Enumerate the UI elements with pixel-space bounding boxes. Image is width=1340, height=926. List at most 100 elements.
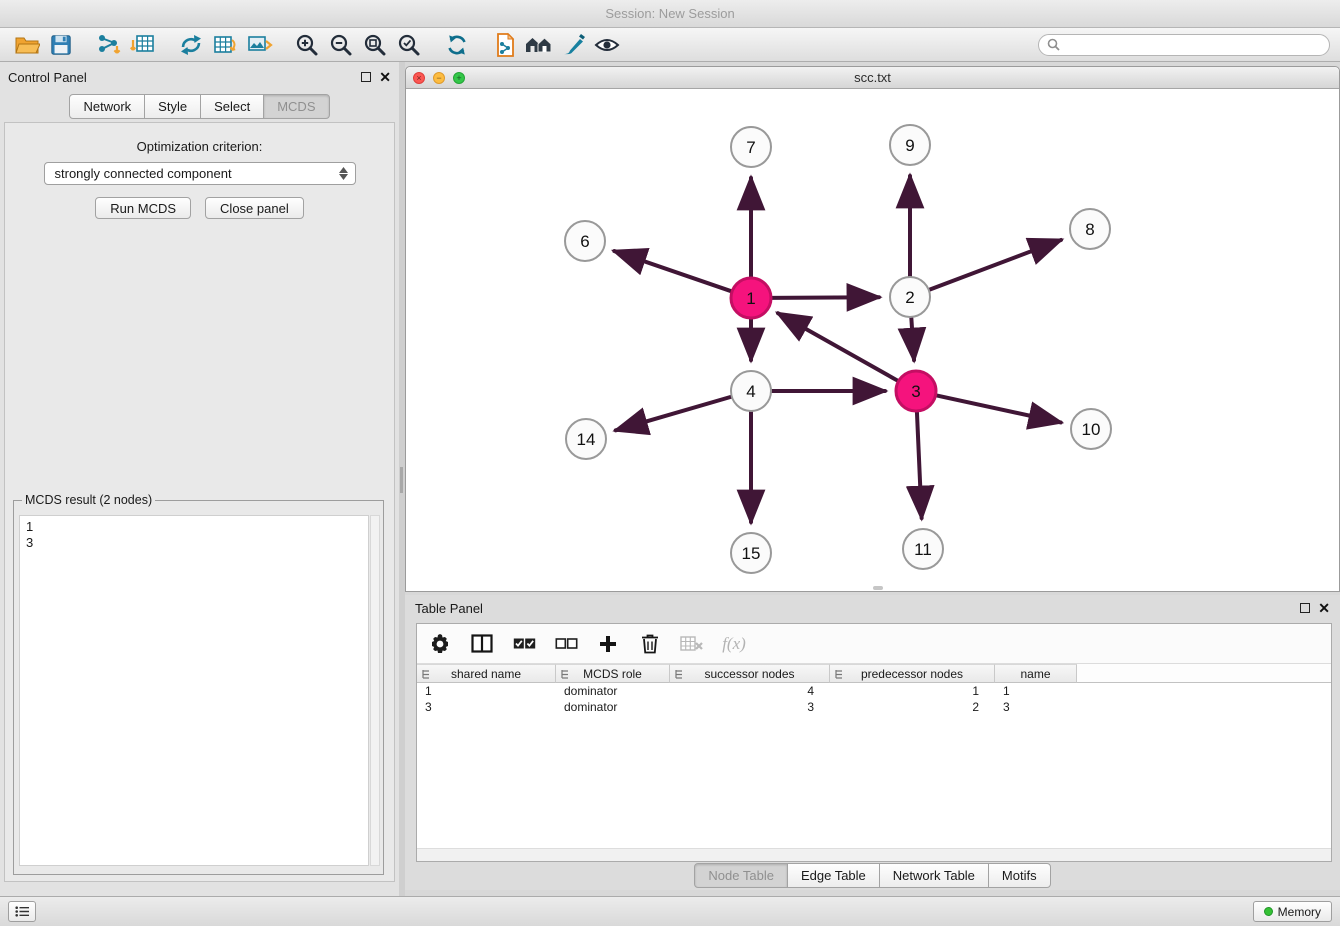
memory-button[interactable]: Memory [1253,901,1332,922]
column-header-name[interactable]: name [995,664,1077,683]
table-cell[interactable]: 3 [670,699,830,715]
network-document-button[interactable] [488,31,522,59]
table-cell[interactable]: 3 [417,699,556,715]
mcds-result-list[interactable]: 1 3 [19,515,369,866]
import-network-icon [96,32,122,58]
table-cell[interactable]: 3 [995,699,1077,715]
search-icon [1047,38,1060,51]
eye-icon [594,33,620,57]
table-row[interactable]: 1dominator411 [417,683,1331,699]
tab-select[interactable]: Select [200,94,264,119]
tab-network-table[interactable]: Network Table [879,863,989,888]
tab-edge-table[interactable]: Edge Table [787,863,880,888]
float-table-panel-icon[interactable] [1300,603,1310,613]
run-mcds-button[interactable]: Run MCDS [95,197,191,219]
function-builder-button[interactable]: f(x) [721,631,747,657]
network-canvas[interactable]: 7968124314101511 [406,89,1339,591]
table-header-row: shared name MCDS role successor nodes pr… [417,664,1331,683]
export-image-icon [246,32,273,58]
zoom-fit-button[interactable] [358,31,392,59]
delete-column-button[interactable] [637,631,663,657]
close-panel-button[interactable]: Close panel [205,197,304,219]
column-type-icon [560,669,570,679]
control-panel-header: Control Panel ✕ [0,62,399,92]
unselect-all-columns-button[interactable] [553,631,579,657]
status-menu-button[interactable] [8,901,36,922]
result-line: 1 [26,519,362,535]
open-session-button[interactable] [10,31,44,59]
select-all-columns-button[interactable] [511,631,537,657]
refresh-layout-button[interactable] [440,31,474,59]
open-folder-icon [14,33,40,57]
export-image-button[interactable] [242,31,276,59]
column-header-mcds-role[interactable]: MCDS role [556,664,670,683]
zoom-selected-button[interactable] [392,31,426,59]
table-tabs: Node Table Edge Table Network Table Moti… [405,863,1340,888]
close-panel-icon[interactable]: ✕ [379,72,391,82]
network-arrows-icon [178,32,204,58]
save-session-button[interactable] [44,31,78,59]
column-type-icon [834,669,844,679]
graph-edge-1-6[interactable] [614,251,731,291]
table-horizontal-scrollbar[interactable] [417,848,1331,861]
graph-node-label: 9 [905,136,914,155]
column-header-shared-name[interactable]: shared name [417,664,556,683]
table-cell[interactable]: 2 [830,699,995,715]
delete-table-button[interactable] [679,631,705,657]
trash-icon [641,633,659,654]
annotations-button[interactable] [556,31,590,59]
node-table-container: f(x) shared name MCDS role successor nod… [416,623,1332,862]
table-cell[interactable]: 1 [417,683,556,699]
optimization-criterion-dropdown[interactable]: strongly connected component [44,162,356,185]
search-box[interactable] [1038,34,1330,56]
column-header-successor-nodes[interactable]: successor nodes [670,664,830,683]
import-table-button[interactable] [126,31,160,59]
float-panel-icon[interactable] [361,72,371,82]
import-network-button[interactable] [92,31,126,59]
toolbar-separator [276,31,290,59]
graph-edge-3-10[interactable] [937,395,1061,422]
graph-edge-3-1[interactable] [778,313,898,380]
table-cell[interactable]: dominator [556,699,670,715]
table-cell[interactable]: 4 [670,683,830,699]
table-settings-button[interactable] [427,631,453,657]
memory-label: Memory [1278,905,1321,919]
graph-node-label: 3 [911,382,920,401]
search-input[interactable] [1065,38,1321,52]
zoom-out-button[interactable] [324,31,358,59]
result-scrollbar[interactable] [370,515,380,866]
tab-motifs[interactable]: Motifs [988,863,1051,888]
graph-edge-3-11[interactable] [917,412,922,518]
tab-mcds[interactable]: MCDS [263,94,329,119]
optimization-criterion-label: Optimization criterion: [5,139,394,154]
network-table-button[interactable] [208,31,242,59]
close-table-panel-icon[interactable]: ✕ [1318,603,1330,613]
table-header-filler [1077,664,1331,683]
graph-edge-4-14[interactable] [616,397,731,430]
first-neighbors-button[interactable] [522,31,556,59]
column-type-icon [421,669,431,679]
table-row[interactable]: 3dominator323 [417,699,1331,715]
show-hide-button[interactable] [590,31,624,59]
table-cell[interactable]: 1 [995,683,1077,699]
graph-edge-2-3[interactable] [911,318,914,360]
column-header-predecessor-nodes[interactable]: predecessor nodes [830,664,995,683]
graph-node-label: 7 [746,138,755,157]
zoom-in-button[interactable] [290,31,324,59]
tab-style[interactable]: Style [144,94,201,119]
add-column-button[interactable] [595,631,621,657]
network-tools-button[interactable] [174,31,208,59]
table-cell[interactable]: 1 [830,683,995,699]
tab-node-table[interactable]: Node Table [694,863,788,888]
table-cell[interactable]: dominator [556,683,670,699]
graph-edge-2-8[interactable] [930,240,1061,290]
canvas-resize-handle[interactable] [873,586,883,590]
graph-node-label: 14 [577,430,596,449]
column-panel-button[interactable] [469,631,495,657]
table-toolbar: f(x) [417,624,1331,664]
tab-network[interactable]: Network [69,94,145,119]
graph-edge-1-2[interactable] [772,297,879,298]
network-graph[interactable]: 7968124314101511 [406,89,1339,591]
network-window-titlebar: scc.txt × − + [406,67,1339,89]
graph-node-label: 8 [1085,220,1094,239]
